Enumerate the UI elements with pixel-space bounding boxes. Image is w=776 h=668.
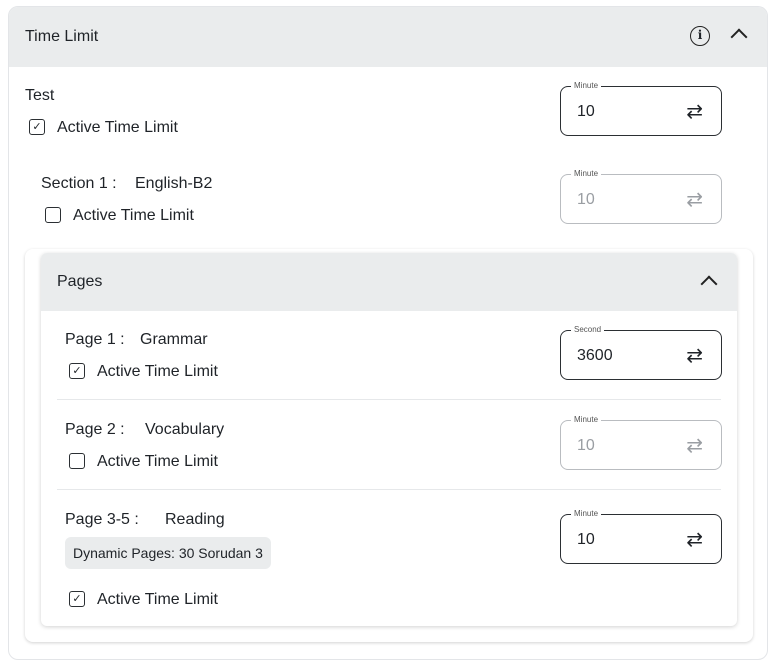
swap-icon[interactable]: ⇄ [686,99,703,124]
field-value: 10 [577,437,595,454]
section-name: English-B2 [135,175,213,192]
page-name: Vocabulary [145,421,225,438]
panel-header[interactable]: Time Limit i [9,7,767,67]
page-name: Reading [165,511,225,528]
page-checkbox-label: Active Time Limit [97,453,218,470]
test-checkbox-label: Active Time Limit [57,119,178,136]
info-icon[interactable]: i [690,26,710,46]
page-checkbox-label: Active Time Limit [97,591,218,608]
field-label: Minute [571,169,602,178]
field-label: Minute [571,509,602,518]
page-active-checkbox[interactable] [69,453,85,469]
field-value: 10 [577,531,595,548]
test-active-checkbox[interactable]: ✓ [29,119,45,135]
swap-icon[interactable]: ⇄ [686,343,703,368]
page-second-input[interactable]: Second 3600 ⇄ [560,325,722,380]
test-label: Test [25,87,55,104]
chevron-up-icon[interactable] [700,275,718,293]
section-label: Section 1 : [41,175,117,192]
pages-header[interactable]: Pages [41,253,737,311]
swap-icon[interactable]: ⇄ [686,187,703,212]
divider [57,399,721,400]
section-active-checkbox[interactable] [45,207,61,223]
time-limit-panel: Time Limit i Test ✓ Active Time Limit Mi… [8,6,768,660]
page-active-checkbox[interactable]: ✓ [69,591,85,607]
page-minute-input[interactable]: Minute 10 ⇄ [560,415,722,470]
swap-icon[interactable]: ⇄ [686,433,703,458]
section-minute-input[interactable]: Minute 10 ⇄ [560,169,722,224]
page-active-checkbox[interactable]: ✓ [69,363,85,379]
pages-title: Pages [57,273,103,290]
page-label: Page 3-5 : [65,511,139,528]
dynamic-pages-chip: Dynamic Pages: 30 Sorudan 3 [65,537,271,569]
page-label: Page 1 : [65,331,125,348]
chevron-up-icon[interactable] [730,28,748,46]
field-value: 3600 [577,347,613,364]
panel-title: Time Limit [25,28,99,45]
divider [57,489,721,490]
swap-icon[interactable]: ⇄ [686,527,703,552]
section-checkbox-label: Active Time Limit [73,207,194,224]
field-value: 10 [577,103,595,120]
page-minute-input[interactable]: Minute 10 ⇄ [560,509,722,564]
field-label: Second [571,325,605,334]
page-name: Grammar [140,331,208,348]
page-label: Page 2 : [65,421,125,438]
field-label: Minute [571,415,602,424]
field-value: 10 [577,191,595,208]
page-checkbox-label: Active Time Limit [97,363,218,380]
field-label: Minute [571,81,602,90]
pages-card: Pages Page 1 : Grammar ✓ Active Time Lim… [41,253,737,626]
test-minute-input[interactable]: Minute 10 ⇄ [560,81,722,136]
